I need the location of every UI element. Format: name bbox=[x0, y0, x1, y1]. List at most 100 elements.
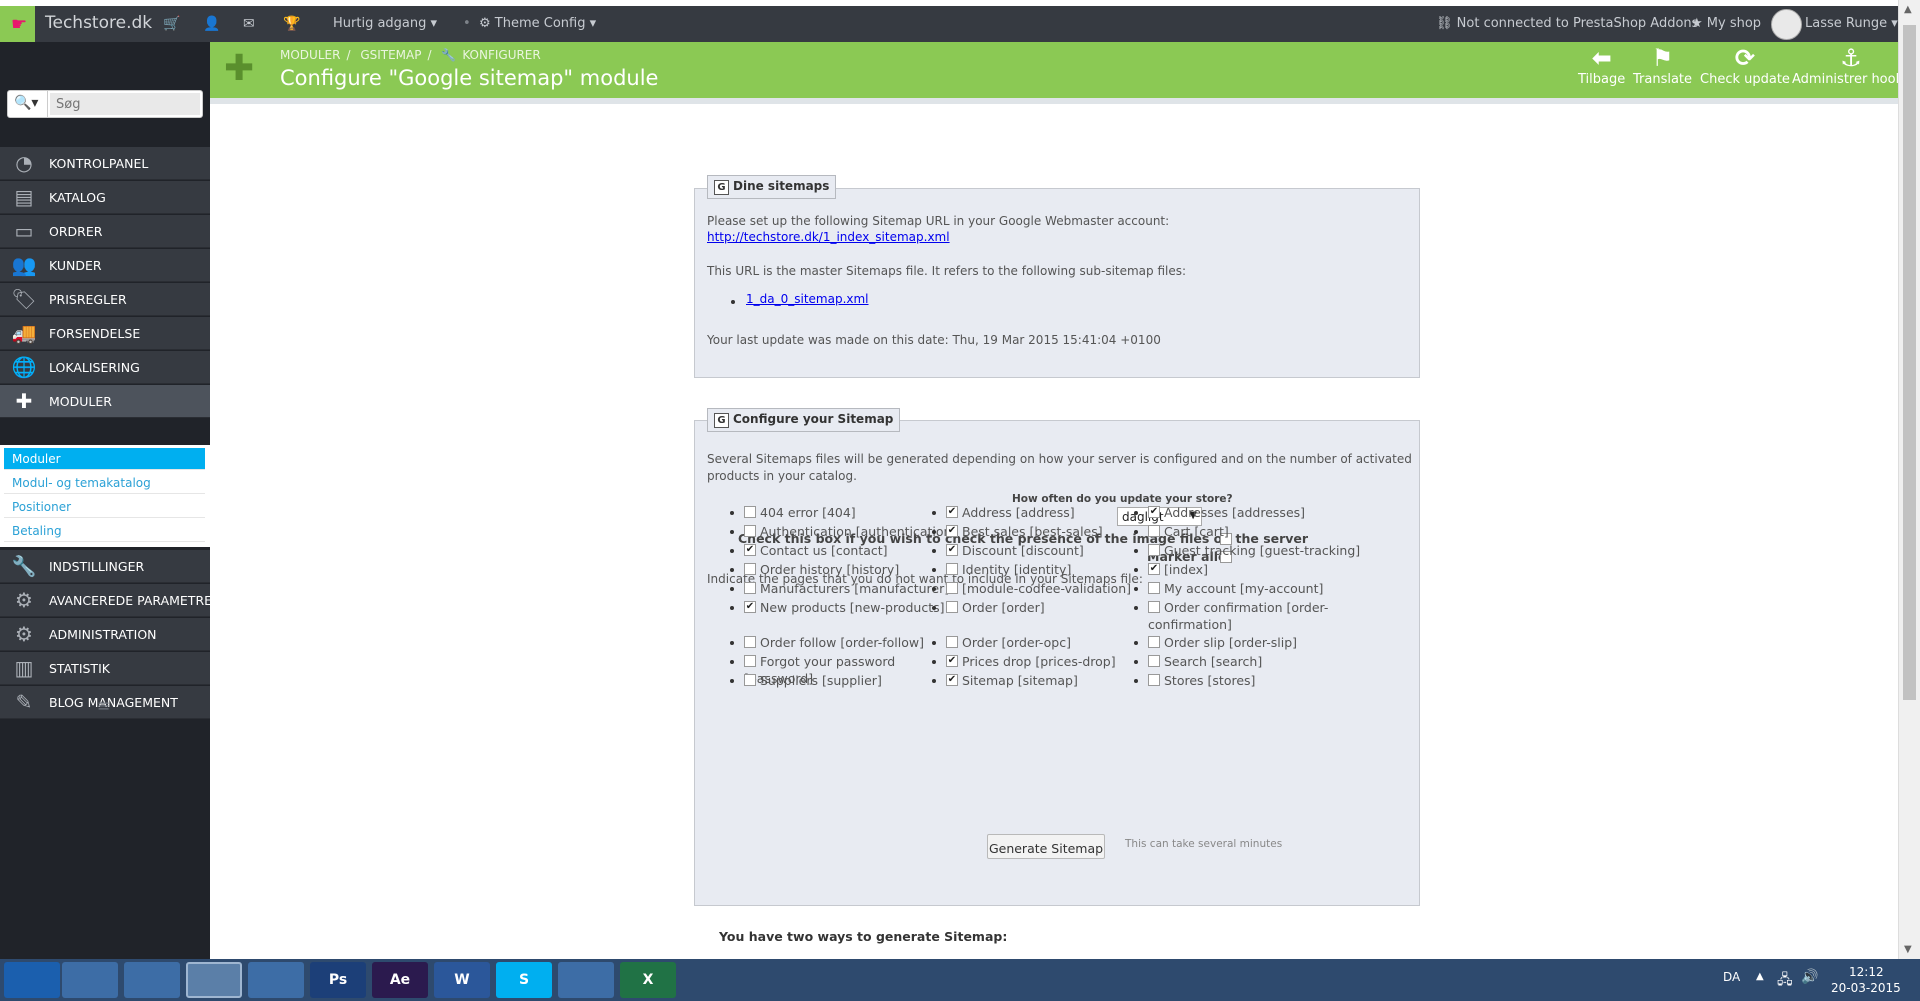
submenu-item-modul[interactable]: Modul- og temakatalog bbox=[4, 472, 205, 494]
page-exclude-checkbox[interactable]: ✔ bbox=[744, 544, 756, 556]
sidebar-item-administration[interactable]: ⚙ ADMINISTRATION bbox=[0, 618, 210, 651]
quick-access-menu[interactable]: Hurtig adgang ▾ bbox=[333, 16, 437, 31]
page-option-label: [index] bbox=[1164, 562, 1208, 577]
page-exclude-checkbox[interactable]: ✔ bbox=[1148, 563, 1160, 575]
sidebar-item-forsendelse[interactable]: 🚚 FORSENDELSE bbox=[0, 317, 210, 350]
addons-status[interactable]: ⛓ Not connected to PrestaShop Addons bbox=[1436, 16, 1698, 31]
sidebar-item-label: KUNDER bbox=[49, 258, 102, 273]
page-exclude-checkbox[interactable] bbox=[744, 674, 756, 686]
page-option-label: Addresses [addresses] bbox=[1164, 505, 1306, 520]
clock-date[interactable]: 20-03-2015 bbox=[1831, 981, 1901, 995]
folder-icon[interactable] bbox=[558, 962, 614, 998]
envelope-icon[interactable]: ✉ bbox=[243, 16, 255, 32]
page-exclude-checkbox[interactable] bbox=[1148, 544, 1160, 556]
page-exclude-checkbox[interactable]: ✔ bbox=[946, 544, 958, 556]
volume-icon[interactable]: 🔊 bbox=[1801, 969, 1818, 985]
page-exclude-checkbox[interactable] bbox=[744, 655, 756, 667]
page-exclude-checkbox[interactable] bbox=[946, 601, 958, 613]
search-icon[interactable]: 🔍▾ bbox=[8, 91, 48, 117]
page-exclude-checkbox[interactable] bbox=[946, 582, 958, 594]
user-menu[interactable]: Lasse Runge ▾ bbox=[1805, 16, 1898, 31]
page-exclude-checkbox[interactable]: ✔ bbox=[946, 506, 958, 518]
sub-sitemap-link[interactable]: 1_da_0_sitemap.xml bbox=[746, 292, 869, 306]
outlook-icon[interactable] bbox=[248, 962, 304, 998]
clock-time[interactable]: 12:12 bbox=[1849, 965, 1884, 979]
page-exclude-checkbox[interactable]: ✔ bbox=[744, 601, 756, 613]
sidebar-item-avancerede-parametre[interactable]: ⚙ AVANCEREDE PARAMETRE bbox=[0, 584, 212, 617]
search-input[interactable] bbox=[50, 93, 200, 115]
page-exclude-checkbox[interactable]: ✔ bbox=[1148, 506, 1160, 518]
page-exclude-checkbox[interactable] bbox=[744, 506, 756, 518]
sidebar-item-prisregler[interactable]: 🏷 PRISREGLER bbox=[0, 283, 210, 316]
submenu-item-positioner[interactable]: Positioner bbox=[4, 496, 205, 518]
page-exclude-checkbox[interactable] bbox=[1148, 601, 1160, 613]
submenu-item-moduler[interactable]: Moduler bbox=[4, 448, 205, 470]
page-exclude-checkbox[interactable]: ✔ bbox=[946, 525, 958, 537]
page-exclude-checkbox[interactable] bbox=[744, 563, 756, 575]
theme-config-menu[interactable]: ⚙ Theme Config ▾ bbox=[479, 16, 596, 31]
page-scrollbar[interactable]: ▲ ▼ bbox=[1898, 0, 1920, 959]
page-exclude-checkbox[interactable] bbox=[1148, 636, 1160, 648]
page-header: ✚ MODULER / GSITEMAP / 🔧 KONFIGURER Configu… bbox=[210, 42, 1910, 104]
page-exclude-checkbox[interactable] bbox=[744, 582, 756, 594]
language-indicator[interactable]: DA bbox=[1723, 970, 1740, 984]
back-button[interactable]: ⬅ Tilbage bbox=[1578, 44, 1625, 87]
page-exclude-checkbox[interactable] bbox=[744, 525, 756, 537]
manage-hooks-button[interactable]: ⚓ Administrer hooks bbox=[1792, 44, 1910, 87]
breadcrumb-item-moduler[interactable]: MODULER bbox=[280, 48, 340, 62]
skype-icon[interactable]: S bbox=[496, 962, 552, 998]
page-exclude-checkbox[interactable] bbox=[946, 636, 958, 648]
prestashop-logo[interactable]: ☛ bbox=[0, 6, 35, 42]
user-name: Lasse Runge bbox=[1805, 16, 1888, 31]
submenu-item-betaling[interactable]: Betaling bbox=[4, 520, 205, 542]
excel-icon[interactable]: X bbox=[620, 962, 676, 998]
scroll-thumb[interactable] bbox=[1903, 25, 1916, 700]
sidebar-item-kontrolpanel[interactable]: ◔ KONTROLPANEL bbox=[0, 147, 210, 180]
avatar[interactable] bbox=[1771, 9, 1802, 40]
media-player-icon[interactable] bbox=[124, 962, 180, 998]
sidebar-item-katalog[interactable]: ▤ KATALOG bbox=[0, 181, 210, 214]
collapse-menu-icon[interactable]: ≡ bbox=[97, 696, 110, 715]
sidebar-item-lokalisering[interactable]: 🌐 LOKALISERING bbox=[0, 351, 210, 384]
sidebar-item-statistik[interactable]: ▥ STATISTIK bbox=[0, 652, 210, 685]
windows-start-icon[interactable] bbox=[4, 962, 60, 998]
check-update-button[interactable]: ⟳ Check update bbox=[1700, 44, 1790, 87]
chrome-icon[interactable] bbox=[186, 962, 242, 998]
after-effects-icon[interactable]: Ae bbox=[372, 962, 428, 998]
page-option-label: Identity [identity] bbox=[962, 562, 1072, 577]
sidebar-item-label: ORDRER bbox=[49, 224, 103, 239]
master-sitemap-link[interactable]: http://techstore.dk/1_index_sitemap.xml bbox=[707, 230, 950, 244]
generate-sitemap-button[interactable]: Generate Sitemap bbox=[987, 834, 1105, 859]
scroll-up-icon[interactable]: ▲ bbox=[1904, 4, 1912, 15]
page-exclude-checkbox[interactable]: ✔ bbox=[946, 674, 958, 686]
scroll-down-icon[interactable]: ▼ bbox=[1904, 944, 1912, 955]
user-icon[interactable]: 👤 bbox=[203, 16, 220, 32]
page-option-label: Order [order-opc] bbox=[962, 635, 1071, 650]
page-exclude-checkbox[interactable] bbox=[744, 636, 756, 648]
sidebar-item-moduler[interactable]: ✚ MODULER bbox=[0, 385, 210, 418]
page-exclude-checkbox[interactable]: ✔ bbox=[946, 655, 958, 667]
word-icon[interactable]: W bbox=[434, 962, 490, 998]
file-explorer-icon[interactable] bbox=[62, 962, 118, 998]
sidebar-item-kunder[interactable]: 👥 KUNDER bbox=[0, 249, 210, 282]
sidebar-item-ordrer[interactable]: ▭ ORDRER bbox=[0, 215, 210, 248]
cart-icon[interactable]: 🛒 bbox=[163, 16, 180, 32]
photoshop-icon[interactable]: Ps bbox=[310, 962, 366, 998]
show-hidden-icons-icon[interactable]: ▲ bbox=[1756, 971, 1764, 982]
truck-icon: 🚚 bbox=[11, 321, 37, 345]
catalog-icon: ▤ bbox=[14, 185, 34, 209]
breadcrumb-item-gsitemap[interactable]: GSITEMAP bbox=[360, 48, 421, 62]
page-exclude-checkbox[interactable] bbox=[1148, 582, 1160, 594]
page-exclude-checkbox[interactable] bbox=[1148, 525, 1160, 537]
sidebar-item-indstillinger[interactable]: 🔧 INDSTILLINGER bbox=[0, 550, 210, 583]
page-exclude-checkbox[interactable] bbox=[1148, 674, 1160, 686]
page-option-label: Authentication [authentication] bbox=[760, 524, 957, 539]
shop-brand[interactable]: Techstore.dk bbox=[45, 13, 152, 33]
translate-button[interactable]: ⚑ Translate bbox=[1633, 44, 1692, 87]
sidebar-item-label: FORSENDELSE bbox=[49, 326, 141, 341]
my-shop-link[interactable]: ★ My shop bbox=[1691, 16, 1761, 31]
page-exclude-checkbox[interactable] bbox=[1148, 655, 1160, 667]
trophy-icon[interactable]: 🏆 bbox=[283, 16, 300, 32]
page-exclude-checkbox[interactable] bbox=[946, 563, 958, 575]
network-icon[interactable]: 🖧 bbox=[1777, 969, 1793, 993]
